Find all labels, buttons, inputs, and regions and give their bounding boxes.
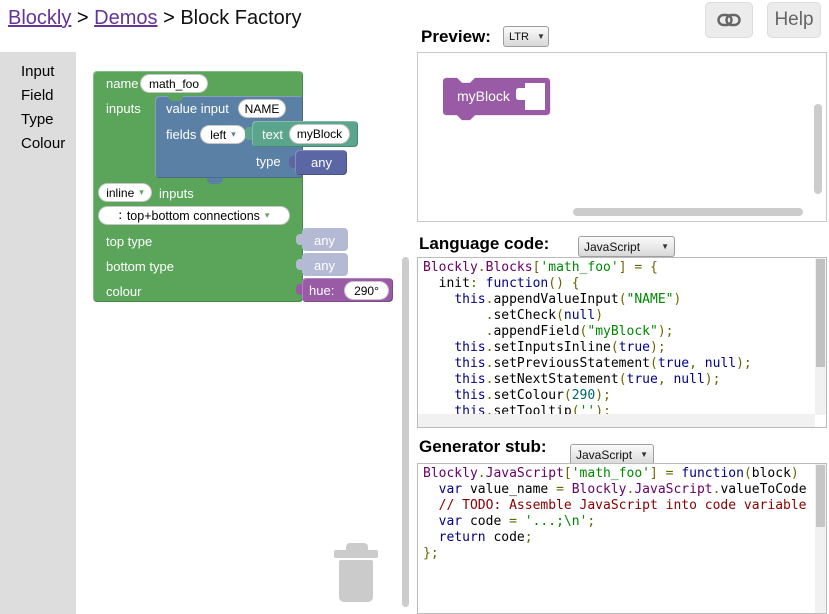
- code-line: .appendField("myBlock");: [423, 324, 752, 340]
- fields-align-dropdown[interactable]: left: [200, 125, 246, 144]
- toolbox-category-field[interactable]: Field: [0, 84, 76, 108]
- code-line: Blockly.JavaScript['math_foo'] = functio…: [423, 466, 807, 482]
- language-code-content: Blockly.Blocks['math_foo'] = { init: fun…: [423, 260, 752, 420]
- value-input-label: value input: [166, 101, 229, 116]
- colour-label: colour: [106, 284, 141, 299]
- language-select[interactable]: JavaScript ▼: [578, 236, 675, 257]
- input-name-field[interactable]: NAME: [238, 99, 286, 118]
- connections-dropdown[interactable]: ∶ top+bottom connections: [98, 206, 290, 225]
- code-line: this.setInputsInline(true);: [423, 340, 752, 356]
- type-any-label: any: [311, 155, 332, 170]
- toolbox-category-type[interactable]: Type: [0, 108, 76, 132]
- generator-select-value: JavaScript: [576, 448, 632, 462]
- toolbox: InputFieldTypeColour: [0, 52, 76, 614]
- preview-heading: Preview:: [421, 27, 491, 47]
- inline-inputs-label: inputs: [159, 186, 194, 201]
- code-line: return code;: [423, 530, 807, 546]
- type-label: type: [256, 154, 281, 169]
- direction-select[interactable]: LTR ▼: [503, 26, 549, 47]
- code-line: // TODO: Assemble JavaScript into code v…: [423, 498, 807, 514]
- chevron-down-icon: ▼: [640, 450, 648, 459]
- code-line: var value_name = Blockly.JavaScript.valu…: [423, 482, 807, 498]
- top-type-any-label: any: [314, 233, 335, 248]
- block-name-field[interactable]: math_foo: [140, 74, 208, 93]
- help-button[interactable]: Help: [767, 2, 821, 38]
- code-line: .setCheck(null): [423, 308, 752, 324]
- code-line: this.setNextStatement(true, null);: [423, 372, 752, 388]
- preview-vertical-scrollbar[interactable]: [814, 104, 822, 194]
- generator-stub-pane: Blockly.JavaScript['math_foo'] = functio…: [417, 463, 827, 614]
- generator-select[interactable]: JavaScript ▼: [570, 444, 654, 465]
- breadcrumb-item-blockly[interactable]: Blockly: [8, 7, 71, 29]
- connections-dropdown-label: top+bottom connections: [127, 209, 260, 223]
- chevron-down-icon: ▼: [537, 32, 545, 41]
- direction-select-value: LTR: [509, 31, 529, 43]
- preview-horizontal-scrollbar[interactable]: [573, 208, 803, 216]
- language-code-vscrollbar-thumb[interactable]: [816, 259, 825, 367]
- code-line: this.setPreviousStatement(true, null);: [423, 356, 752, 372]
- breadcrumb-separator: >: [158, 7, 181, 29]
- chevron-down-icon: ▼: [661, 242, 669, 251]
- code-line: this.setColour(290);: [423, 388, 752, 404]
- statement-bottom-notch: [207, 178, 223, 184]
- bottom-type-label: bottom type: [106, 259, 174, 274]
- code-line: Blockly.Blocks['math_foo'] = {: [423, 260, 752, 276]
- language-code-pane: Blockly.Blocks['math_foo'] = { init: fun…: [417, 257, 827, 428]
- code-line: var code = '...;\n';: [423, 514, 807, 530]
- breadcrumb-item-block-factory: Block Factory: [180, 7, 301, 29]
- language-code-hscrollbar-track[interactable]: [418, 414, 815, 427]
- inline-dropdown[interactable]: inline: [98, 183, 152, 202]
- preview-block-label: myBlock: [457, 88, 510, 104]
- chain-link-icon: [717, 13, 741, 27]
- language-select-value: JavaScript: [584, 240, 640, 254]
- code-line: };: [423, 546, 807, 562]
- breadcrumb-separator: >: [71, 7, 94, 29]
- bottom-type-any-label: any: [314, 258, 335, 273]
- generator-stub-vscrollbar-thumb[interactable]: [816, 465, 825, 527]
- text-label: text: [262, 127, 283, 142]
- block-factory-page: Blockly > Demos > Block Factory Help Inp…: [0, 0, 829, 614]
- toolbox-category-input[interactable]: Input: [0, 60, 76, 84]
- language-code-heading: Language code:: [419, 234, 549, 254]
- hue-value-field[interactable]: 290°: [344, 281, 389, 300]
- hue-label: hue:: [309, 283, 334, 298]
- breadcrumb-item-demos[interactable]: Demos: [94, 7, 157, 29]
- generator-stub-content: Blockly.JavaScript['math_foo'] = functio…: [423, 466, 807, 562]
- code-line: this.appendValueInput("NAME"): [423, 292, 752, 308]
- top-type-label: top type: [106, 234, 152, 249]
- fields-label: fields: [166, 127, 196, 142]
- workspace-vertical-scrollbar[interactable]: [402, 257, 409, 607]
- link-button[interactable]: [705, 2, 753, 38]
- breadcrumb: Blockly > Demos > Block Factory: [8, 7, 301, 30]
- code-line: init: function() {: [423, 276, 752, 292]
- field-text-value[interactable]: myBlock: [289, 124, 350, 144]
- updown-arrows-icon: ∶: [119, 208, 122, 223]
- inputs-label: inputs: [106, 101, 141, 116]
- name-label: name: [106, 76, 139, 91]
- generator-stub-heading: Generator stub:: [419, 437, 547, 457]
- toolbox-category-colour[interactable]: Colour: [0, 132, 76, 156]
